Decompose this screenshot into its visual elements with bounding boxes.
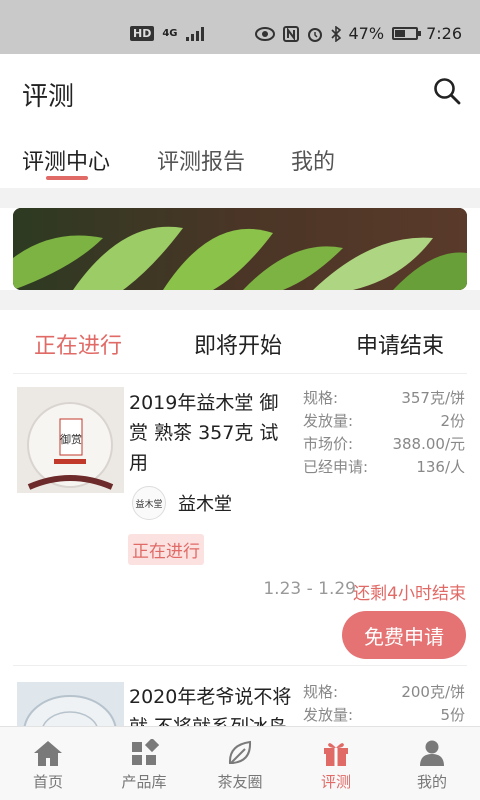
product-image-text: 御赏 [60, 432, 82, 446]
nav-label: 评测 [320, 773, 351, 791]
alarm-icon [307, 27, 322, 42]
spec-value: 2份 [440, 412, 465, 430]
section-separator [0, 188, 480, 208]
leaf-icon [228, 740, 252, 764]
bottom-nav: 首页 产品库 茶友圈 评测 我的 [0, 726, 480, 800]
brand[interactable]: 益木堂 益木堂 [132, 486, 232, 520]
time-remaining: 还剩4小时结束 [353, 584, 466, 604]
spec-label: 已经申请: [303, 458, 369, 476]
status-filter-tabs: 正在进行 即将开始 申请结束 [0, 310, 480, 374]
tab-active-indicator [46, 176, 88, 180]
filter-in-progress[interactable]: 正在进行 [34, 328, 122, 360]
battery-icon [392, 27, 422, 40]
product-image: 御赏 [17, 387, 124, 493]
spec-value: 357克/饼 [401, 389, 465, 407]
free-apply-button[interactable]: 免费申请 [342, 611, 466, 659]
banner-image[interactable] [13, 208, 467, 290]
date-range: 1.23 - 1.29 [263, 579, 356, 599]
user-icon [420, 740, 444, 766]
spec-row: 规格: 357克/饼 [303, 387, 465, 410]
gift-icon [324, 743, 348, 766]
nav-label: 我的 [416, 773, 447, 791]
tab-mine[interactable]: 我的 [291, 144, 335, 176]
filter-ended[interactable]: 申请结束 [356, 328, 444, 360]
spec-label: 发放量: [303, 412, 354, 430]
brand-name: 益木堂 [178, 494, 232, 515]
spec-value: 388.00/元 [392, 435, 465, 453]
tab-review-center[interactable]: 评测中心 [22, 144, 110, 176]
product-title[interactable]: 2019年益木堂 御赏 熟茶 357克 试用 [129, 388, 294, 478]
product-image [17, 682, 124, 726]
bluetooth-icon [330, 25, 341, 42]
signal-icon [185, 26, 204, 41]
app-header: 评测 [0, 54, 480, 130]
spec-row: 发放量: 5份 [303, 704, 465, 726]
status-left: HD 4G [130, 26, 204, 41]
search-icon[interactable] [432, 76, 462, 106]
nav-home[interactable]: 首页 [0, 727, 96, 800]
status-bar: HD 4G 47% 7:26 [0, 0, 480, 54]
product-specs: 规格: 357克/饼 发放量: 2份 市场价: 388.00/元 已经申请: 136/人 [303, 387, 465, 479]
spec-value: 200克/饼 [401, 683, 465, 701]
clock: 7:26 [426, 24, 462, 43]
page-title: 评测 [22, 82, 75, 112]
eye-icon [254, 26, 275, 41]
spec-label: 市场价: [303, 435, 354, 453]
spec-row: 已经申请: 136/人 [303, 456, 465, 479]
nav-products[interactable]: 产品库 [96, 727, 192, 800]
spec-label: 发放量: [303, 706, 354, 724]
nfc-icon [282, 25, 299, 42]
spec-row: 市场价: 388.00/元 [303, 433, 465, 456]
home-icon [34, 741, 62, 766]
nav-label: 产品库 [121, 773, 167, 791]
spec-row: 规格: 200克/饼 [303, 681, 465, 704]
top-tabs: 评测中心 评测报告 我的 [0, 130, 480, 188]
nav-mine[interactable]: 我的 [384, 727, 480, 800]
network-label: 4G [162, 28, 178, 39]
nav-tea-circle[interactable]: 茶友圈 [192, 727, 288, 800]
product-card[interactable]: 2020年老爷说不将就 不将就系列冰岛 规格: 200克/饼 发放量: 5份 [0, 666, 480, 726]
status-badge: 正在进行 [128, 534, 204, 565]
filter-upcoming[interactable]: 即将开始 [194, 328, 282, 360]
spec-value: 5份 [440, 706, 465, 724]
nav-review[interactable]: 评测 [288, 727, 384, 800]
tea-leaves-image [13, 208, 467, 290]
spec-value: 136/人 [416, 458, 465, 476]
grid-icon [132, 739, 159, 765]
hd-badge: HD [130, 26, 155, 41]
brand-logo: 益木堂 [132, 486, 166, 520]
section-separator [0, 290, 480, 310]
battery-percent: 47% [348, 24, 385, 43]
spec-label: 规格: [303, 389, 339, 407]
status-right: 47% 7:26 [254, 24, 462, 43]
nav-label: 茶友圈 [217, 773, 263, 791]
nav-label: 首页 [32, 773, 63, 791]
product-card[interactable]: 御赏 2019年益木堂 御赏 熟茶 357克 试用 规格: 357克/饼 发放量:… [0, 374, 480, 666]
product-title[interactable]: 2020年老爷说不将就 不将就系列冰岛 [129, 682, 294, 726]
product-specs: 规格: 200克/饼 发放量: 5份 [303, 681, 465, 726]
spec-label: 规格: [303, 683, 339, 701]
tab-review-report[interactable]: 评测报告 [157, 144, 245, 176]
spec-row: 发放量: 2份 [303, 410, 465, 433]
